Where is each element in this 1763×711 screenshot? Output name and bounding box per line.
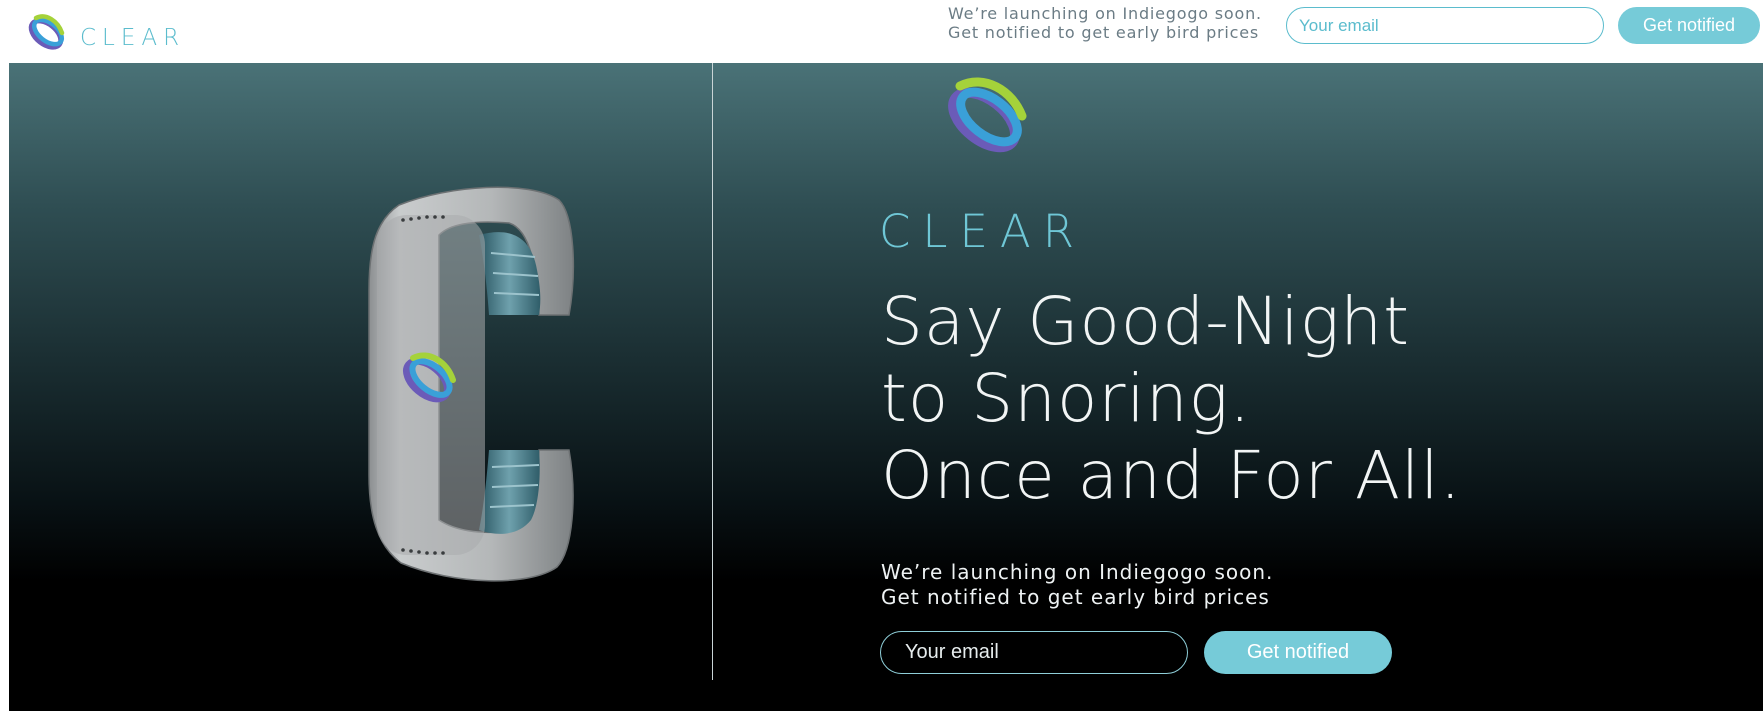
hero-promo-line-1: We’re launching on Indiegogo soon. bbox=[881, 560, 1274, 584]
clear-logo-icon bbox=[28, 14, 65, 50]
headline-line-2: to Snoring. bbox=[881, 360, 1252, 437]
hero-brand-wordmark: CLEAR bbox=[879, 205, 1086, 258]
header-promo-line-1: We’re launching on Indiegogo soon. bbox=[948, 4, 1262, 23]
header-promo-line-2: Get notified to get early bird prices bbox=[948, 23, 1260, 42]
headline-line-1: Say Good-Night bbox=[881, 283, 1411, 360]
top-header: CLEAR We’re launching on Indiegogo soon.… bbox=[0, 0, 1763, 63]
hero-clear-logo-icon bbox=[948, 77, 1027, 153]
hero-section: CLEAR Say Good-Night to Snoring. Once an… bbox=[9, 63, 1763, 711]
product-wristband-image bbox=[368, 186, 575, 582]
brand-logo-link[interactable]: CLEAR bbox=[24, 6, 185, 56]
header-get-notified-button[interactable]: Get notified bbox=[1618, 7, 1760, 44]
header-promo-text: We’re launching on Indiegogo soon. Get n… bbox=[948, 4, 1262, 42]
headline-line-3: Once and For All. bbox=[881, 437, 1462, 514]
hero-promo-text: We’re launching on Indiegogo soon. Get n… bbox=[881, 560, 1273, 610]
hero-promo-line-2: Get notified to get early bird prices bbox=[881, 585, 1270, 609]
hero-divider bbox=[712, 63, 713, 680]
header-email-input[interactable] bbox=[1286, 7, 1604, 44]
hero-get-notified-button[interactable]: Get notified bbox=[1204, 631, 1392, 674]
hero-headline: Say Good-Night to Snoring. Once and For … bbox=[881, 283, 1741, 514]
brand-wordmark: CLEAR bbox=[80, 25, 186, 51]
hero-email-input[interactable] bbox=[880, 631, 1188, 674]
